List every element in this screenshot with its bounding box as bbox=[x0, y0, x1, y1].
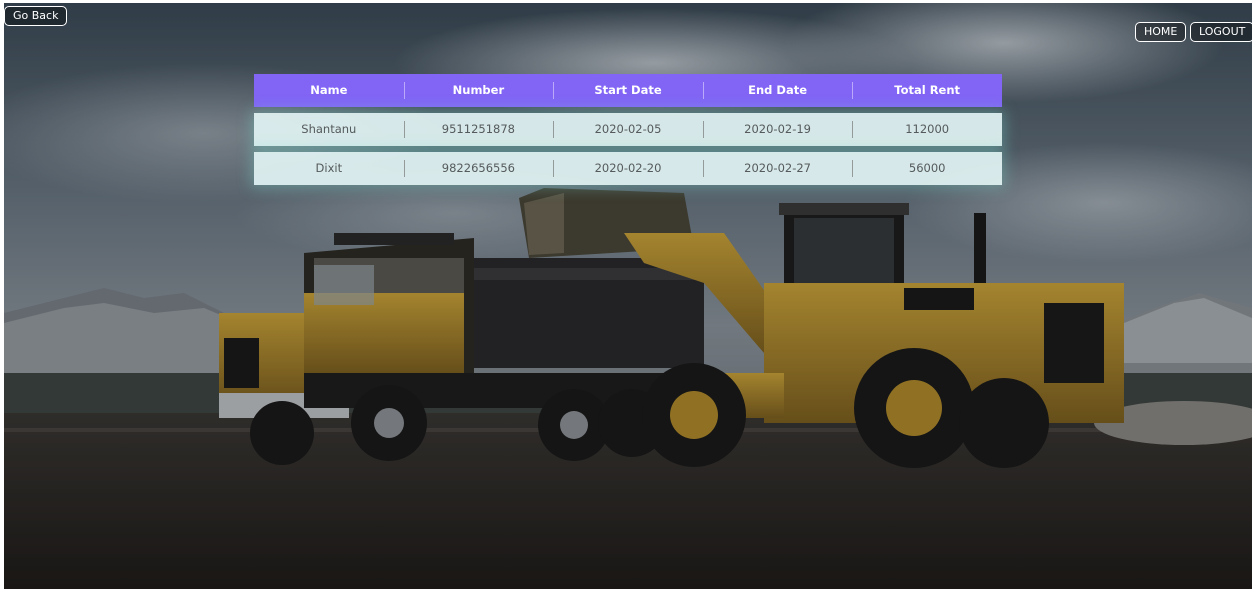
cell-total-rent: 56000 bbox=[852, 152, 1002, 185]
cell-total-rent: 112000 bbox=[852, 113, 1002, 146]
go-back-button[interactable]: Go Back bbox=[4, 6, 68, 26]
page: Go Back HOME LOGOUT Name Number Start Da… bbox=[4, 3, 1252, 589]
cell-number: 9822656556 bbox=[403, 152, 554, 185]
column-header-name: Name bbox=[310, 83, 348, 97]
cell-number: 9511251878 bbox=[403, 113, 554, 146]
column-header-start-date: Start Date bbox=[553, 74, 703, 107]
cell-start-date: 2020-02-20 bbox=[553, 152, 703, 185]
cell-name: Shantanu bbox=[301, 122, 357, 136]
logout-button[interactable]: LOGOUT bbox=[1190, 22, 1252, 42]
table-row: Dixit 9822656556 2020-02-20 2020-02-27 5… bbox=[254, 152, 1002, 185]
column-header-total-rent: Total Rent bbox=[852, 74, 1002, 107]
table-header-row: Name Number Start Date End Date Total Re… bbox=[254, 74, 1002, 107]
table-row: Shantanu 9511251878 2020-02-05 2020-02-1… bbox=[254, 113, 1002, 146]
column-header-end-date: End Date bbox=[702, 74, 853, 107]
cell-end-date: 2020-02-19 bbox=[702, 113, 853, 146]
cell-end-date: 2020-02-27 bbox=[702, 152, 853, 185]
home-button[interactable]: HOME bbox=[1135, 22, 1187, 42]
rent-table: Name Number Start Date End Date Total Re… bbox=[254, 74, 1002, 185]
cell-name: Dixit bbox=[315, 161, 343, 175]
column-header-number: Number bbox=[403, 74, 554, 107]
cell-start-date: 2020-02-05 bbox=[553, 113, 703, 146]
